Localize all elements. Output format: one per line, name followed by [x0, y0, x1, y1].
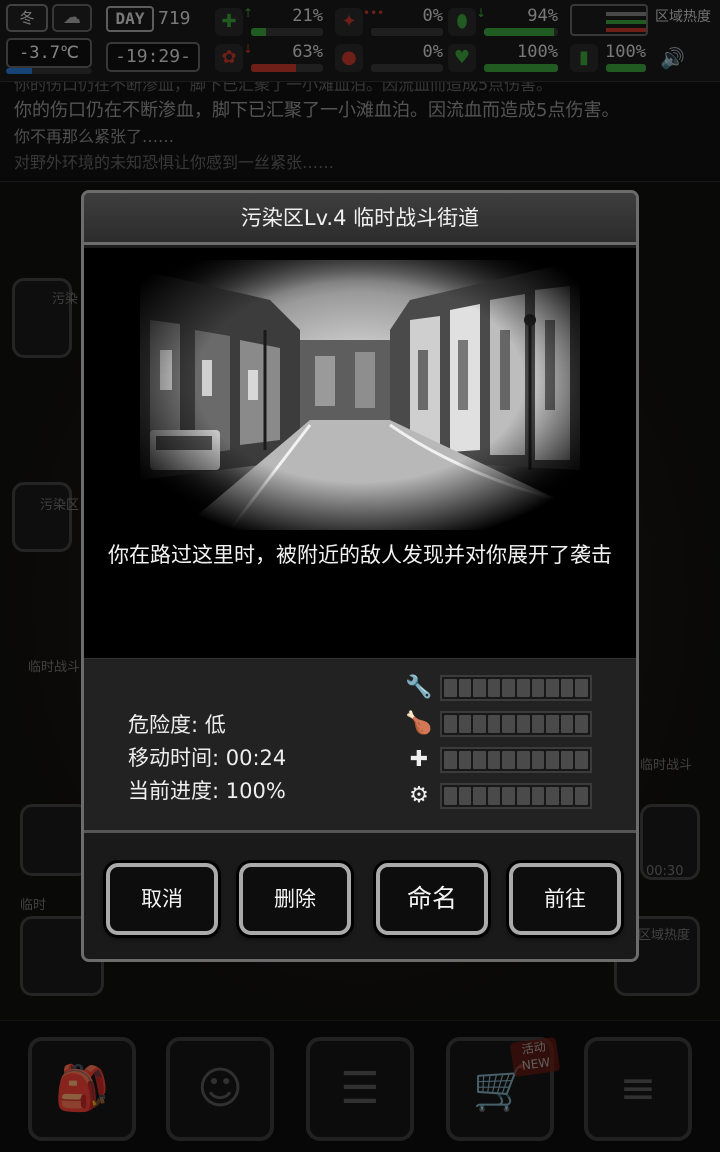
- resource-segment: [502, 679, 515, 697]
- parts-icon: ⚙: [409, 783, 429, 808]
- resource-segment: [516, 679, 530, 697]
- go-button[interactable]: 前往: [509, 863, 621, 935]
- resource-segment: [502, 751, 515, 769]
- resource-segment: [560, 679, 574, 697]
- cancel-button[interactable]: 取消: [106, 863, 218, 935]
- resource-segment: [458, 679, 472, 697]
- resource-segment: [473, 679, 486, 697]
- resource-segment: [575, 715, 588, 733]
- resource-segment: [531, 787, 545, 805]
- resource-segment: [531, 679, 545, 697]
- resource-segment: [458, 787, 472, 805]
- resource-segment: [444, 751, 457, 769]
- action-bar: 取消 删除 命名 前往: [84, 830, 636, 959]
- danger-level: 危险度: 低: [128, 713, 226, 737]
- food-icon: 🍗: [405, 711, 433, 736]
- resource-segment: [546, 751, 559, 769]
- resource-segment: [473, 715, 486, 733]
- resource-segment: [575, 751, 588, 769]
- resource-segment: [487, 787, 501, 805]
- location-dialog: 污染区Lv.4 临时战斗街道 你在路过这里时，被附近的敌人发现并对你展开了袭击 …: [81, 190, 639, 962]
- resource-segment: [546, 787, 559, 805]
- resource-segment: [560, 751, 574, 769]
- delete-button[interactable]: 删除: [239, 863, 351, 935]
- street-scene-image: [140, 260, 580, 530]
- info-panel: 危险度: 低 移动时间: 00:24 当前进度: 100% 🔧 🍗 ✚ ⚙: [84, 658, 636, 830]
- resource-segment: [473, 751, 486, 769]
- resource-segment: [516, 787, 530, 805]
- resource-segment: [444, 787, 457, 805]
- resource-bar: [440, 747, 592, 773]
- rename-button[interactable]: 命名: [376, 863, 488, 935]
- resource-segment: [560, 787, 574, 805]
- resource-bar: [440, 675, 592, 701]
- resource-segment: [516, 751, 530, 769]
- resource-segment: [531, 751, 545, 769]
- scene-description: 你在路过这里时，被附近的敌人发现并对你展开了袭击: [108, 543, 612, 567]
- resource-segment: [575, 679, 588, 697]
- scene-panel: 你在路过这里时，被附近的敌人发现并对你展开了袭击: [84, 248, 636, 658]
- progress-readout: 当前进度: 100%: [128, 779, 286, 803]
- resource-segment: [516, 715, 530, 733]
- resource-bar: [440, 711, 592, 737]
- move-time: 移动时间: 00:24: [128, 746, 287, 770]
- resource-segment: [458, 751, 472, 769]
- resource-segment: [546, 715, 559, 733]
- resource-segment: [546, 679, 559, 697]
- resource-segment: [444, 715, 457, 733]
- resource-segment: [487, 751, 501, 769]
- resource-segment: [560, 715, 574, 733]
- resource-segment: [502, 787, 515, 805]
- resource-segment: [473, 787, 486, 805]
- resource-segment: [575, 787, 588, 805]
- resource-segment: [531, 715, 545, 733]
- resource-segment: [458, 715, 472, 733]
- resource-row: ✚: [404, 745, 594, 775]
- resource-row: 🔧: [404, 673, 594, 703]
- resource-row: ⚙: [404, 781, 594, 811]
- weapon-icon: 🔧: [405, 675, 433, 700]
- resource-segment: [487, 715, 501, 733]
- resource-segment: [444, 679, 457, 697]
- dialog-title: 污染区Lv.4 临时战斗街道: [84, 193, 636, 245]
- resource-segment: [487, 679, 501, 697]
- medical-icon: ✚: [409, 747, 429, 772]
- resource-row: 🍗: [404, 709, 594, 739]
- resource-bar: [440, 783, 592, 809]
- resource-segment: [502, 715, 515, 733]
